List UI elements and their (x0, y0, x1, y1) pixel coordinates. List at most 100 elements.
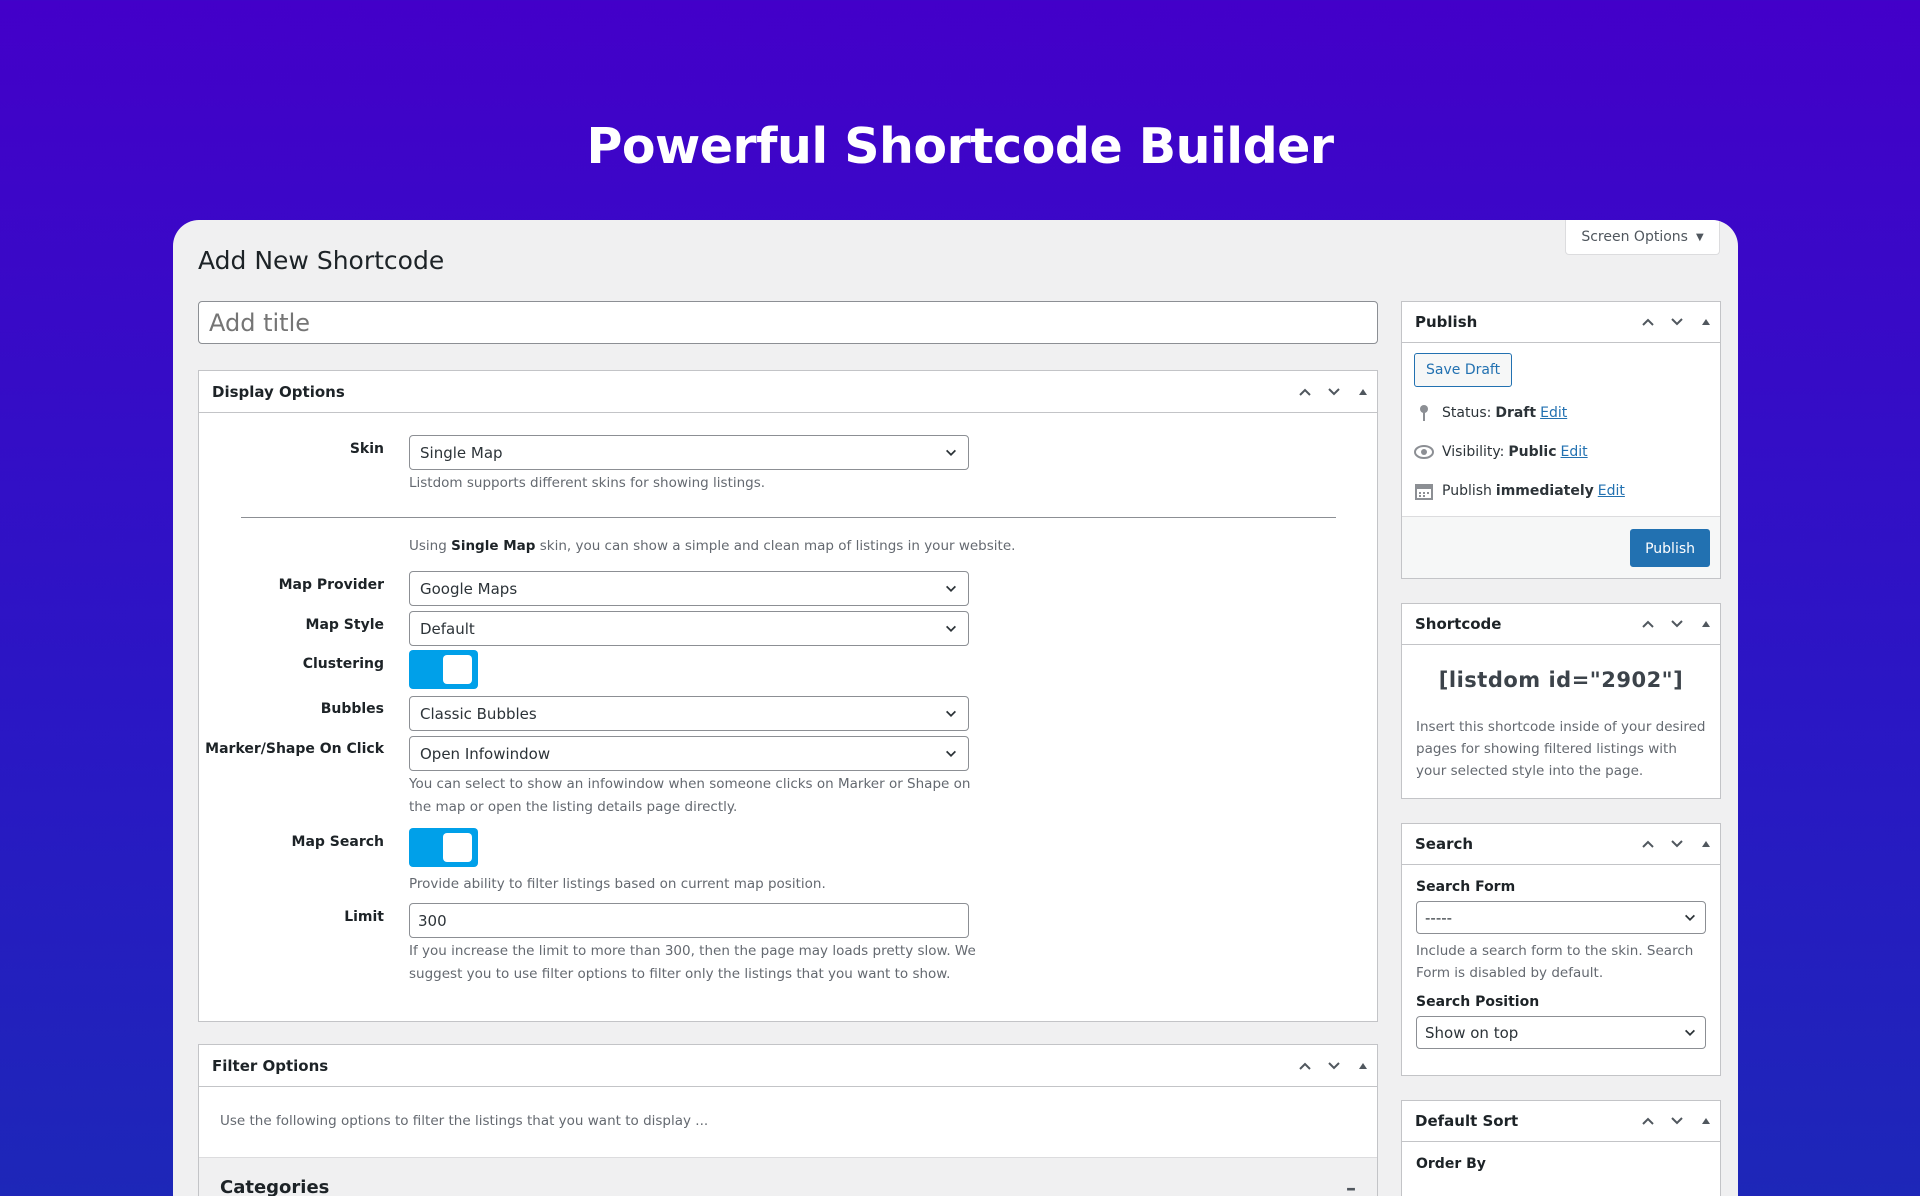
default-sort-title: Default Sort (1415, 1112, 1519, 1130)
publish-header[interactable]: Publish (1402, 302, 1720, 343)
clustering-toggle[interactable] (409, 650, 478, 689)
default-sort-body: Order By (1402, 1142, 1720, 1196)
chevron-down-icon[interactable] (1662, 302, 1691, 342)
shortcode-code[interactable]: [listdom id="2902"] (1416, 668, 1706, 692)
limit-input[interactable] (409, 903, 969, 938)
triangle-up-icon[interactable] (1691, 604, 1720, 644)
search-position-value: Show on top (1425, 1023, 1519, 1042)
search-position-select[interactable]: Show on top (1416, 1016, 1706, 1049)
chevron-down-icon[interactable] (1662, 1101, 1691, 1141)
default-sort-header[interactable]: Default Sort (1402, 1101, 1720, 1142)
skin-info: Using Single Map skin, you can show a si… (409, 533, 1209, 558)
search-form-description: Include a search form to the skin. Searc… (1416, 943, 1694, 981)
skin-info-text: Using Single Map skin, you can show a si… (409, 535, 1209, 558)
pin-icon (1414, 404, 1434, 422)
search-header[interactable]: Search (1402, 824, 1720, 865)
shortcode-title: Shortcode (1415, 615, 1502, 633)
box-handles (1290, 1045, 1377, 1086)
search-box: Search Search Form ----- Include a searc… (1401, 823, 1721, 1076)
chevron-down-icon (1685, 914, 1695, 921)
filter-options-description: Use the following options to filter the … (220, 1113, 709, 1129)
triangle-up-icon[interactable] (1691, 824, 1720, 864)
bubbles-label: Bubbles (320, 701, 384, 717)
search-form-label: Search Form (1416, 879, 1516, 895)
bubbles-select[interactable]: Classic Bubbles (409, 696, 969, 731)
map-search-toggle[interactable] (409, 828, 478, 867)
chevron-up-icon[interactable] (1290, 1045, 1319, 1086)
shortcode-header[interactable]: Shortcode (1402, 604, 1720, 645)
triangle-up-icon[interactable] (1691, 302, 1720, 342)
marker-click-label: Marker/Shape On Click (205, 741, 384, 757)
chevron-down-icon (1685, 1029, 1695, 1036)
chevron-up-icon[interactable] (1290, 371, 1319, 412)
filter-options-header[interactable]: Filter Options (199, 1045, 1377, 1087)
chevron-down-icon[interactable] (1319, 371, 1348, 412)
triangle-up-icon[interactable] (1691, 1101, 1720, 1141)
schedule-label: Publish (1442, 482, 1492, 499)
chevron-down-icon[interactable] (1662, 824, 1691, 864)
skin-info-prefix: Using (409, 538, 452, 554)
chevron-down-icon[interactable] (1662, 604, 1691, 644)
publish-title: Publish (1415, 313, 1478, 331)
map-style-value: Default (420, 619, 475, 638)
toggle-knob (443, 833, 472, 862)
categories-section-header[interactable]: Categories – (199, 1157, 1377, 1196)
box-handles (1290, 371, 1377, 412)
map-style-select[interactable]: Default (409, 611, 969, 646)
sidebar: Publish Save Draft Status: Draft Edit Vi… (1401, 301, 1721, 1196)
triangle-up-icon[interactable] (1348, 371, 1377, 412)
publish-misc: Status: Draft Edit Visibility: Public Ed… (1414, 393, 1708, 510)
map-search-description: Provide ability to filter listings based… (409, 876, 826, 892)
chevron-down-icon (946, 585, 956, 592)
shortcode-box: Shortcode [listdom id="2902"] Insert thi… (1401, 603, 1721, 799)
chevron-up-icon[interactable] (1633, 604, 1662, 644)
save-draft-button[interactable]: Save Draft (1414, 353, 1513, 387)
clustering-label: Clustering (302, 656, 384, 672)
chevron-up-icon[interactable] (1633, 824, 1662, 864)
chevron-down-icon[interactable] (1319, 1045, 1348, 1086)
chevron-up-icon[interactable] (1633, 1101, 1662, 1141)
search-form-select[interactable]: ----- (1416, 901, 1706, 934)
title-input[interactable] (198, 301, 1378, 344)
schedule-edit-link[interactable]: Edit (1598, 483, 1625, 499)
filter-options-body: Use the following options to filter the … (199, 1087, 1377, 1157)
triangle-up-icon[interactable] (1348, 1045, 1377, 1086)
filter-options-box: Filter Options Use the following options… (198, 1044, 1378, 1196)
marker-click-description: You can select to show an infowindow whe… (409, 776, 971, 815)
calendar-icon (1414, 482, 1434, 500)
limit-label: Limit (344, 909, 384, 925)
status-edit-link[interactable]: Edit (1540, 405, 1567, 421)
skin-info-name: Single Map (451, 538, 536, 554)
categories-label: Categories (220, 1177, 330, 1196)
map-provider-select[interactable]: Google Maps (409, 571, 969, 606)
box-handles (1633, 302, 1720, 342)
box-handles (1633, 604, 1720, 644)
search-position-label: Search Position (1416, 994, 1540, 1010)
limit-description: If you increase the limit to more than 3… (409, 943, 976, 982)
visibility-value: Public (1508, 443, 1557, 460)
publish-button[interactable]: Publish (1630, 528, 1710, 567)
chevron-down-icon (946, 710, 956, 717)
box-handles (1633, 1101, 1720, 1141)
filter-options-title: Filter Options (212, 1056, 329, 1075)
toggle-knob (443, 655, 472, 684)
display-options-title: Display Options (212, 382, 345, 401)
map-search-field: Provide ability to filter listings based… (409, 871, 969, 896)
section-divider (241, 517, 1336, 518)
collapse-icon[interactable]: – (1346, 1176, 1356, 1196)
schedule-line: Publish immediately Edit (1414, 471, 1708, 510)
marker-click-select[interactable]: Open Infowindow (409, 736, 969, 771)
main-column: Display Options Skin Single Map Listdom … (198, 301, 1378, 1196)
publish-body: Save Draft Status: Draft Edit Visibility… (1402, 343, 1720, 516)
skin-value: Single Map (420, 443, 503, 462)
box-handles (1633, 824, 1720, 864)
skin-field: Single Map Listdom supports different sk… (409, 435, 969, 495)
map-search-label: Map Search (291, 834, 384, 850)
visibility-edit-link[interactable]: Edit (1561, 444, 1588, 460)
display-options-header[interactable]: Display Options (199, 371, 1377, 413)
skin-select[interactable]: Single Map (409, 435, 969, 470)
chevron-up-icon[interactable] (1633, 302, 1662, 342)
screen-options-button[interactable]: Screen Options ▼ (1565, 220, 1720, 255)
page-title: Add New Shortcode (198, 246, 445, 275)
default-sort-box: Default Sort Order By (1401, 1100, 1721, 1196)
